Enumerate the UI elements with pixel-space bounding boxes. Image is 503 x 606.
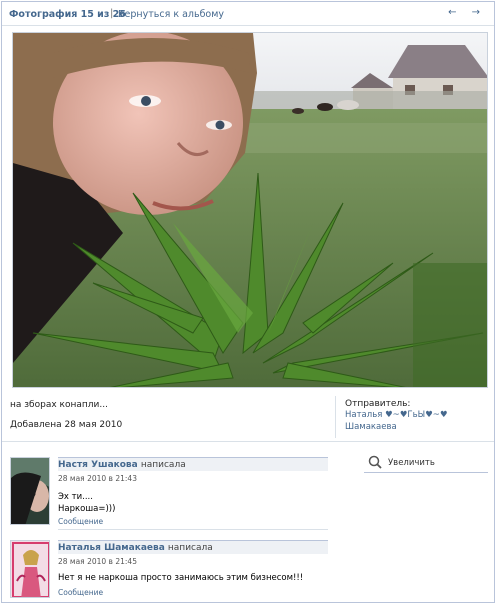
comment-item: Настя Ушакова написала 28 мая 2010 в 21:… (8, 457, 328, 537)
avatar[interactable] (10, 457, 50, 525)
comment-author-name[interactable]: Наталья Шамакаева (58, 543, 165, 553)
message-link[interactable]: Сообщение (58, 517, 103, 526)
comment-author[interactable]: Настя Ушакова написала (58, 460, 186, 470)
photo-viewer: Фотография 15 из 26 | Вернуться к альбом… (1, 1, 495, 603)
photo-info: на зборах конапли... Добавлена 28 мая 20… (2, 390, 494, 442)
sender-label: Отправитель: (345, 399, 411, 409)
comment-text-line: Наркоша=))) (58, 504, 116, 514)
comment-date: 28 мая 2010 в 21:45 (58, 557, 137, 566)
photo-header: Фотография 15 из 26 | Вернуться к альбом… (2, 2, 494, 26)
comment-author[interactable]: Наталья Шамакаева написала (58, 543, 213, 553)
main-photo[interactable] (12, 32, 488, 388)
message-link[interactable]: Сообщение (58, 588, 103, 597)
zoom-button[interactable]: Увеличить (364, 453, 488, 473)
header-separator: | (110, 8, 114, 19)
photo-added-date: Добавлена 28 мая 2010 (10, 420, 123, 430)
comment-item: Наталья Шамакаева написала 28 мая 2010 в… (8, 540, 328, 606)
photo-counter-title: Фотография 15 из 26 (9, 9, 126, 20)
zoom-label[interactable]: Увеличить (388, 458, 435, 468)
comment-text-line: Эх ти.... (58, 492, 93, 502)
magnifier-icon (368, 455, 382, 469)
comment-text-line: Нет я не наркоша просто занимаюсь этим б… (58, 573, 304, 583)
sender-name-link[interactable]: Наталья ♥~♥ГьЫ♥~♥ (345, 410, 447, 420)
comment-wrote: написала (140, 460, 186, 470)
info-divider (335, 396, 336, 438)
avatar[interactable] (10, 540, 50, 598)
photo-description: на зборах конапли... (10, 400, 108, 410)
comment-divider (58, 529, 328, 530)
comment-date: 28 мая 2010 в 21:43 (58, 474, 137, 483)
back-to-album-link[interactable]: Вернуться к альбому (118, 9, 224, 20)
prev-next-arrows[interactable]: ← → (448, 7, 486, 18)
photo-image[interactable] (13, 33, 488, 388)
sender-surname-link[interactable]: Шамакаева (345, 422, 397, 432)
comment-wrote: написала (167, 543, 213, 553)
comment-author-name[interactable]: Настя Ушакова (58, 460, 138, 470)
